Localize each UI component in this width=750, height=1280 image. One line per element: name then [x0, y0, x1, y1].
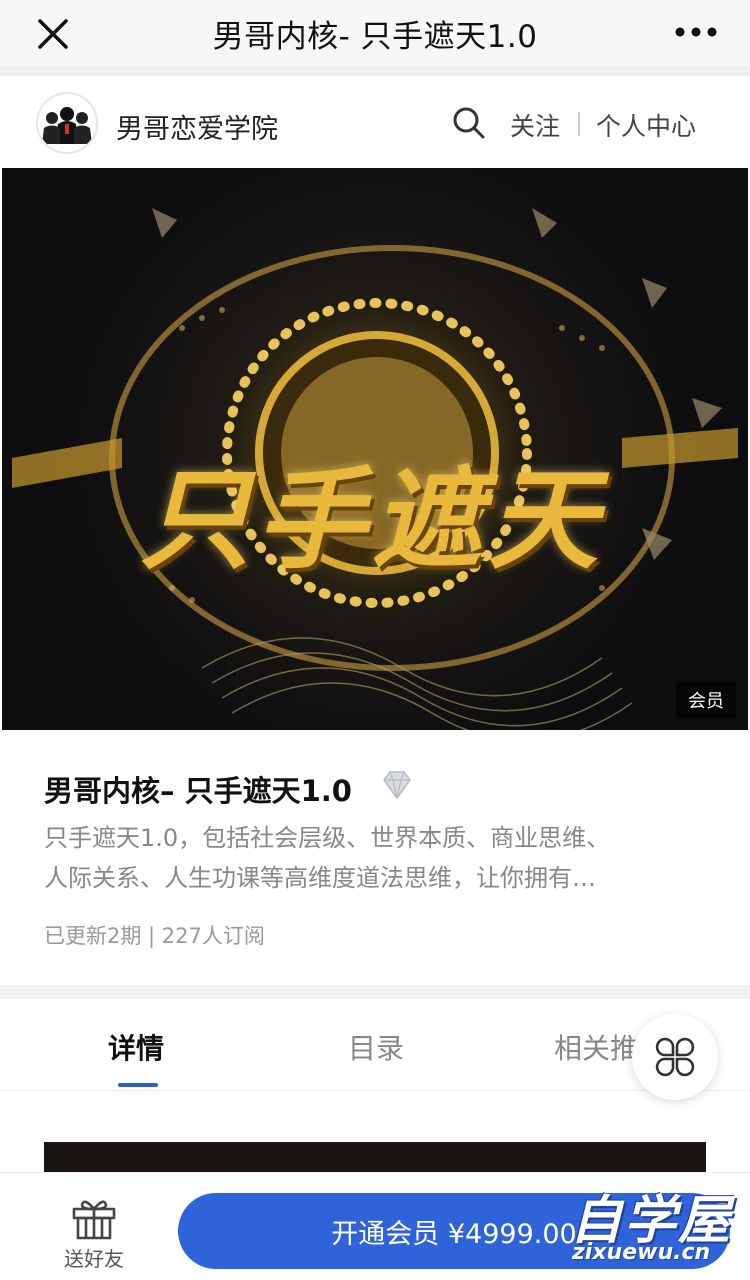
diamond-icon: [383, 771, 411, 800]
description-line-2: 人际关系、人生功课等高维度道法思维，让你拥有…: [44, 864, 596, 892]
watermark-en: zixuewu.cn: [572, 1240, 711, 1265]
description-line-1: 只手遮天1.0，包括社会层级、世界本质、商业思维、: [44, 824, 611, 852]
floating-menu-button[interactable]: [632, 1014, 718, 1100]
course-meta: 已更新2期 | 227人订阅: [44, 924, 265, 948]
course-info: 男哥内核– 只手遮天1.0 只手遮天1.0，包括社会层级、世界本质、商业思维、 …: [0, 730, 750, 985]
tab-catalog[interactable]: 目录: [348, 1027, 404, 1067]
active-tab-indicator: [118, 1083, 158, 1087]
search-icon[interactable]: [452, 106, 486, 140]
course-description: 只手遮天1.0，包括社会层级、世界本质、商业思维、 人际关系、人生功课等高维度道…: [44, 818, 704, 898]
more-options-icon[interactable]: [674, 22, 718, 42]
page-title: 男哥内核- 只手遮天1.0: [212, 18, 538, 55]
personal-center-link[interactable]: 个人中心: [596, 107, 696, 143]
avatar-figures-icon: [42, 107, 92, 144]
account-name[interactable]: 男哥恋爱学院: [116, 107, 278, 146]
course-title: 男哥内核– 只手遮天1.0: [44, 774, 352, 808]
gift-icon[interactable]: [70, 1195, 118, 1241]
join-membership-label: 开通会员 ¥4999.00: [331, 1218, 577, 1250]
member-badge: 会员: [676, 682, 736, 718]
tab-related[interactable]: 相关推: [554, 1027, 638, 1067]
course-banner[interactable]: 只手遮天 会员: [2, 168, 748, 730]
avatar[interactable]: [36, 92, 98, 154]
tab-details[interactable]: 详情: [108, 1027, 164, 1067]
top-nav-bar: 男哥内核- 只手遮天1.0: [0, 0, 750, 66]
banner-title-text: 只手遮天: [140, 456, 604, 584]
share-friend-label[interactable]: 送好友: [64, 1243, 124, 1272]
account-header: 男哥恋爱学院 关注 个人中心: [0, 76, 750, 168]
section-gap: [0, 985, 750, 999]
follow-button[interactable]: 关注: [510, 107, 560, 143]
grid-flower-icon: [655, 1037, 695, 1077]
close-icon[interactable]: [36, 17, 70, 51]
header-divider: [578, 112, 580, 136]
top-gap: [0, 66, 750, 76]
